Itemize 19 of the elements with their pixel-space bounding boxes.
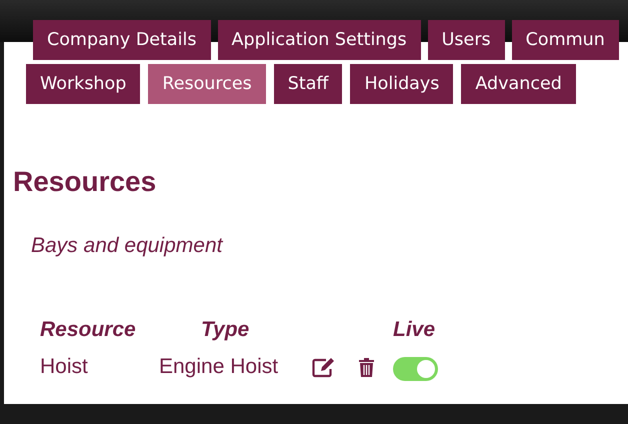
column-header: Live <box>393 318 436 341</box>
sub-tab[interactable]: Workshop <box>26 64 140 104</box>
section-subtitle: Bays and equipment <box>31 233 224 259</box>
trash-icon[interactable] <box>358 357 375 378</box>
table-cell: Engine Hoist <box>159 355 278 378</box>
sub-tab[interactable]: Staff <box>274 64 342 104</box>
main-tab[interactable]: Users <box>428 20 505 60</box>
toggle-switch[interactable] <box>393 357 438 381</box>
sub-tab[interactable]: Resources <box>148 64 266 104</box>
edit-icon[interactable] <box>312 357 336 378</box>
sub-tab[interactable]: Holidays <box>350 64 454 104</box>
table-cell: Hoist <box>40 355 88 378</box>
page-heading: Resources <box>13 165 158 199</box>
column-header: Resource <box>40 318 136 341</box>
main-tab[interactable]: Company Details <box>33 20 210 60</box>
column-header: Type <box>201 318 250 341</box>
sub-tab[interactable]: Advanced <box>461 64 576 104</box>
main-tab[interactable]: Commun <box>512 20 619 60</box>
main-tab[interactable]: Application Settings <box>218 20 421 60</box>
